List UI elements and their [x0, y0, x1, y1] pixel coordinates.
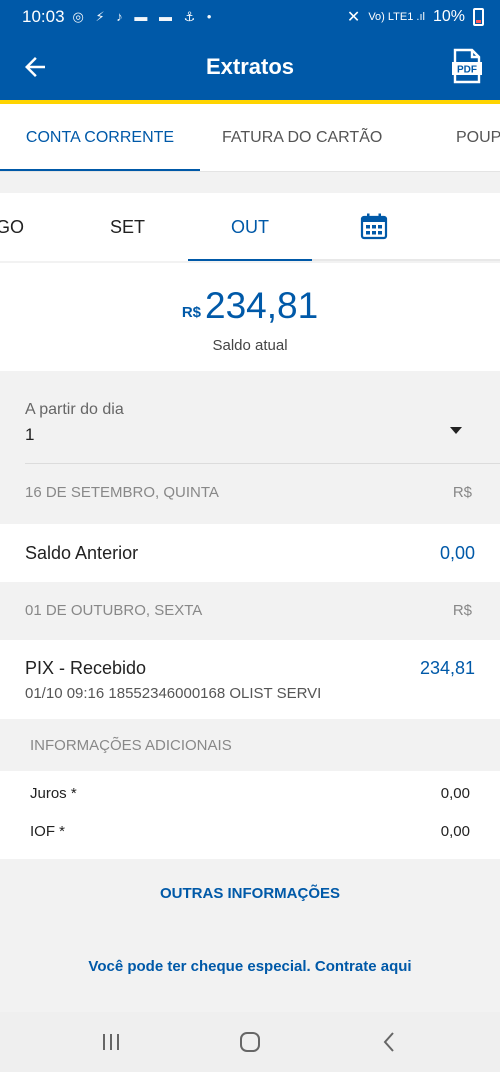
app-bar: Extratos PDF — [0, 34, 500, 100]
month-divider — [312, 259, 500, 261]
dropdown-caret-icon — [450, 427, 462, 434]
status-right: ✕ Vo) LTE1 .ıl 10% — [347, 7, 484, 27]
balance-currency: R$ — [181, 304, 201, 321]
transaction-row[interactable]: PIX - Recebido 234,81 01/10 09:16 185523… — [0, 640, 500, 719]
start-day-dropdown[interactable]: A partir do dia 1 — [0, 371, 500, 464]
transaction-title: PIX - Recebido — [25, 658, 147, 678]
transaction-row[interactable]: Saldo Anterior 0,00 — [0, 524, 500, 582]
system-navigation-bar — [0, 1012, 500, 1072]
tab-conta-corrente[interactable]: CONTA CORRENTE — [0, 104, 200, 171]
date-header-currency: R$ — [452, 602, 472, 619]
date-header: 16 DE SETEMBRO, QUINTA R$ — [0, 464, 500, 522]
date-header-currency: R$ — [452, 484, 472, 501]
notification-icons: ◎ ⚡ ♪ ▬ ▬ ⚓ • — [72, 9, 216, 24]
tab-fatura-do-cartao[interactable]: FATURA DO CARTÃO — [222, 104, 382, 171]
home-icon[interactable] — [238, 1030, 262, 1054]
transaction-title: Saldo Anterior — [25, 543, 139, 563]
battery-icon — [473, 8, 484, 26]
date-header-text: 01 DE OUTUBRO, SEXTA — [25, 602, 203, 619]
info-value-iof: 0,00 — [440, 823, 470, 840]
battery-percent: 10% — [432, 8, 465, 25]
recent-apps-icon[interactable] — [99, 1030, 123, 1054]
network-indicator: Vo) LTE1 .ıl — [368, 11, 425, 23]
info-label-juros: Juros * — [30, 785, 77, 802]
balance-label: Saldo atual — [212, 337, 288, 354]
transaction-amount: 234,81 — [419, 658, 475, 678]
info-label-iof: IOF * — [30, 823, 66, 840]
month-selector: GO SET OUT — [0, 193, 500, 261]
start-day-label: A partir do dia — [25, 401, 124, 418]
overdraft-link[interactable]: Você pode ter cheque especial. Contrate … — [0, 958, 500, 975]
balance-card: R$ 234,81 Saldo atual — [0, 263, 500, 371]
additional-info-header: INFORMAÇÕES ADICIONAIS — [0, 719, 500, 771]
month-tab-out[interactable]: OUT — [188, 193, 312, 261]
month-tab-ago[interactable]: GO — [0, 193, 24, 261]
tab-poupanca[interactable]: POUPA — [456, 104, 500, 171]
back-icon[interactable] — [378, 1030, 402, 1054]
status-bar: 10:03 ◎ ⚡ ♪ ▬ ▬ ⚓ • ✕ Vo) LTE1 .ıl 10% — [0, 0, 500, 34]
back-arrow-icon[interactable] — [20, 52, 50, 82]
transaction-detail: 01/10 09:16 18552346000168 OLIST SERVI — [25, 685, 322, 702]
pdf-icon-label: PDF — [457, 65, 477, 76]
start-day-value: 1 — [25, 425, 35, 444]
month-tab-set[interactable]: SET — [110, 193, 145, 261]
info-value-juros: 0,00 — [440, 785, 470, 802]
status-time: 10:03 — [22, 7, 65, 26]
calendar-icon[interactable] — [360, 212, 388, 240]
date-header-text: 16 DE SETEMBRO, QUINTA — [25, 484, 219, 501]
page-title: Extratos — [205, 54, 295, 79]
additional-info-list: Juros * 0,00 IOF * 0,00 — [0, 771, 500, 859]
balance-amount: R$ 234,81 — [0, 285, 500, 327]
transaction-amount: 0,00 — [439, 543, 475, 563]
more-info-link[interactable]: OUTRAS INFORMAÇÕES — [0, 885, 500, 902]
account-tabs: CONTA CORRENTE FATURA DO CARTÃO POUPA — [0, 104, 500, 172]
additional-info-title: INFORMAÇÕES ADICIONAIS — [30, 737, 232, 754]
pdf-icon[interactable]: PDF — [452, 48, 482, 84]
mute-icon: ✕ — [346, 9, 361, 26]
balance-value: 234,81 — [205, 285, 319, 326]
date-header: 01 DE OUTUBRO, SEXTA R$ — [0, 582, 500, 640]
